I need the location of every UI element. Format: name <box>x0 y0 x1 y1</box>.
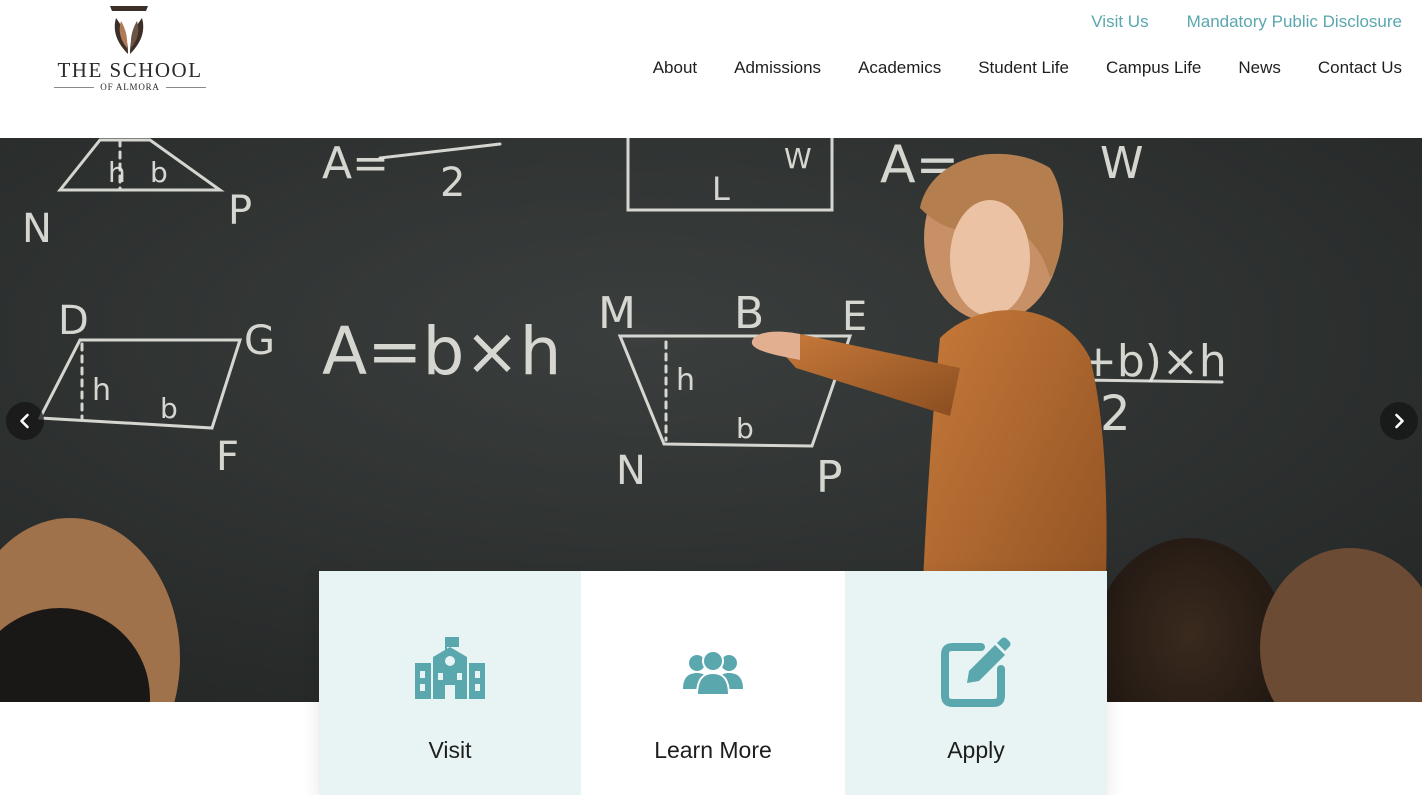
svg-text:P: P <box>228 188 252 234</box>
chevron-left-icon <box>20 413 29 429</box>
nav-mandatory-public-disclosure[interactable]: Mandatory Public Disclosure <box>1187 12 1402 32</box>
svg-text:M: M <box>598 288 636 339</box>
nav-news[interactable]: News <box>1238 58 1281 78</box>
svg-text:h: h <box>108 156 126 189</box>
quick-action-cards: Visit Learn More Apply <box>319 571 1107 795</box>
nav-campus-life[interactable]: Campus Life <box>1106 58 1201 78</box>
school-subname: OF ALMORA <box>52 82 208 92</box>
svg-text:N: N <box>616 448 646 494</box>
svg-text:W: W <box>1100 138 1144 189</box>
svg-text:W: W <box>784 142 812 175</box>
svg-text:b: b <box>736 412 754 445</box>
svg-text:N: N <box>22 206 52 252</box>
school-subname-text: OF ALMORA <box>100 82 160 92</box>
learn-more-card[interactable]: Learn More <box>581 571 845 795</box>
svg-text:h: h <box>92 373 111 408</box>
nav-about[interactable]: About <box>653 58 697 78</box>
utility-nav: Visit Us Mandatory Public Disclosure <box>1091 12 1402 32</box>
carousel-next-button[interactable] <box>1380 402 1418 440</box>
svg-text:D: D <box>58 298 89 344</box>
svg-text:E: E <box>842 294 867 340</box>
main-nav: About Admissions Academics Student Life … <box>653 58 1402 78</box>
svg-text:F: F <box>216 434 239 480</box>
school-building-icon <box>415 637 485 699</box>
nav-visit-us[interactable]: Visit Us <box>1091 12 1148 32</box>
svg-text:P: P <box>816 452 843 503</box>
leaf-emblem-icon <box>110 6 148 54</box>
visit-label: Visit <box>428 737 472 763</box>
svg-text:A=: A= <box>322 138 389 189</box>
site-header: THE SCHOOL OF ALMORA Visit Us Mandatory … <box>0 0 1422 138</box>
nav-academics[interactable]: Academics <box>858 58 941 78</box>
svg-text:+b)×h: +b)×h <box>1080 336 1227 387</box>
svg-text:B: B <box>734 288 764 339</box>
chevron-right-icon <box>1395 413 1404 429</box>
visit-card[interactable]: Visit <box>319 571 581 795</box>
apply-label: Apply <box>947 737 1005 763</box>
logo-rule-left <box>54 86 95 88</box>
learn-more-label: Learn More <box>654 737 772 763</box>
edit-form-icon <box>941 637 1011 707</box>
carousel-prev-button[interactable] <box>6 402 44 440</box>
apply-card[interactable]: Apply <box>845 571 1107 795</box>
svg-text:b: b <box>160 392 178 425</box>
nav-student-life[interactable]: Student Life <box>978 58 1069 78</box>
svg-text:h: h <box>676 363 695 398</box>
svg-text:2: 2 <box>440 160 465 206</box>
logo-rule-right <box>165 86 206 88</box>
svg-text:A=b×h: A=b×h <box>322 313 561 390</box>
school-name: THE SCHOOL <box>57 58 203 82</box>
svg-text:2: 2 <box>1100 386 1131 442</box>
svg-text:G: G <box>244 318 275 364</box>
svg-text:b: b <box>150 156 168 189</box>
people-group-icon <box>683 650 743 696</box>
school-logo[interactable]: THE SCHOOL OF ALMORA <box>52 4 208 96</box>
svg-text:L: L <box>712 170 730 208</box>
nav-admissions[interactable]: Admissions <box>734 58 821 78</box>
nav-contact-us[interactable]: Contact Us <box>1318 58 1402 78</box>
